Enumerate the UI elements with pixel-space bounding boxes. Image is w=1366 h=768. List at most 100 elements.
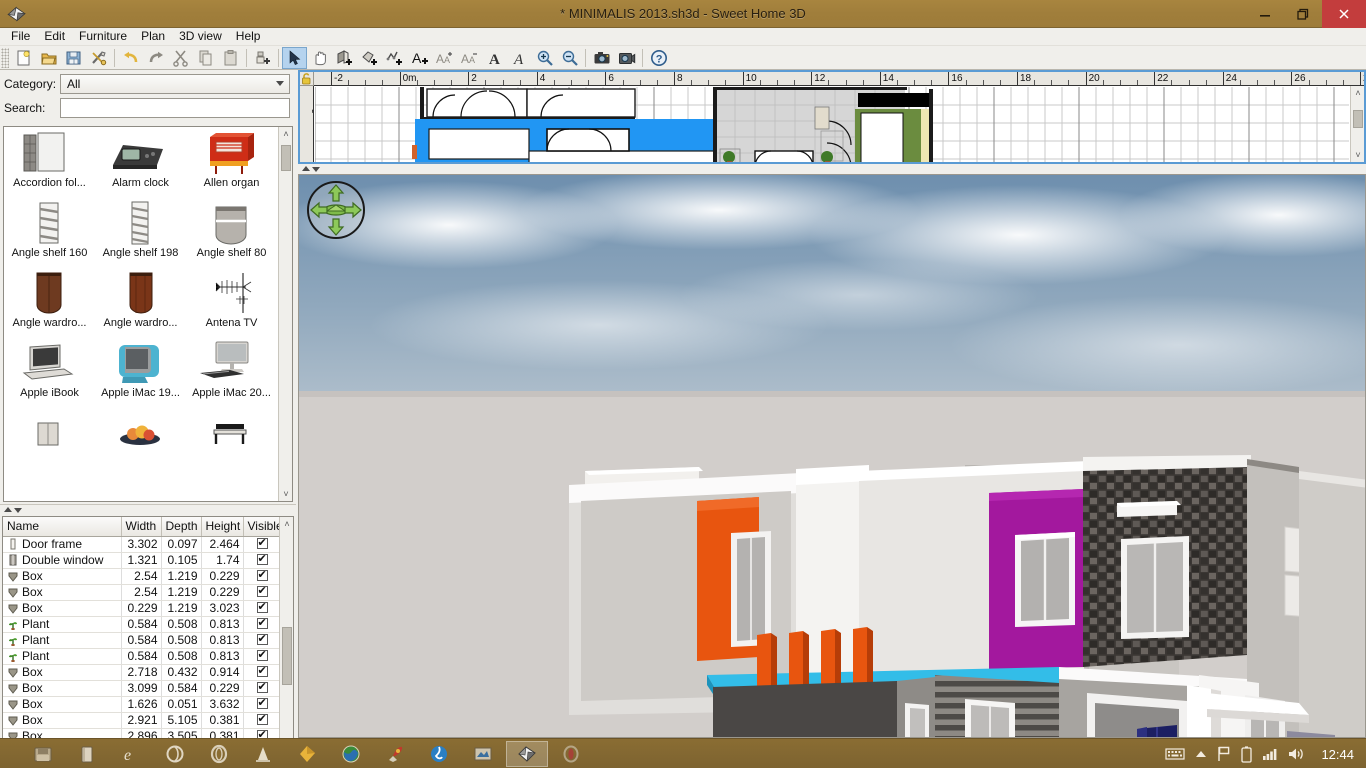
catalog-item[interactable]: Angle shelf 160 — [4, 197, 95, 267]
menu-help[interactable]: Help — [229, 28, 268, 45]
open-button[interactable] — [36, 47, 61, 69]
taskbar-sweet-home-3d[interactable] — [506, 741, 548, 767]
column-header-visible[interactable]: Visible — [243, 517, 281, 536]
splitter-up-icon[interactable] — [302, 166, 310, 171]
table-row[interactable]: Box2.7180.4320.914 — [3, 664, 281, 680]
catalog-item[interactable] — [4, 407, 95, 429]
visible-checkbox[interactable] — [257, 570, 268, 581]
scroll-up-icon[interactable]: ˄ — [280, 517, 294, 531]
table-row[interactable]: Double window1.3210.1051.74 — [3, 552, 281, 568]
flag-icon[interactable] — [1217, 746, 1231, 762]
plan-canvas[interactable] — [315, 87, 1349, 162]
restore-button[interactable] — [1284, 0, 1322, 28]
scroll-up-icon[interactable]: ˄ — [279, 127, 293, 141]
scrollbar-thumb[interactable] — [282, 627, 292, 685]
scrollbar-thumb[interactable] — [281, 145, 291, 171]
scroll-up-icon[interactable]: ˄ — [1351, 86, 1365, 100]
decrease-text-size-button[interactable]: A A — [457, 47, 482, 69]
catalog-item[interactable]: Accordion fol... — [4, 127, 95, 197]
add-furniture-button[interactable] — [250, 47, 275, 69]
new-home-button[interactable] — [11, 47, 36, 69]
taskbar-file-explorer[interactable] — [22, 741, 64, 767]
taskbar-chrome[interactable] — [418, 741, 460, 767]
cell-visible[interactable] — [243, 712, 281, 728]
table-row[interactable]: Box2.9215.1050.381 — [3, 712, 281, 728]
cell-visible[interactable] — [243, 696, 281, 712]
catalog-item[interactable] — [95, 407, 186, 429]
cell-visible[interactable] — [243, 552, 281, 568]
scroll-down-icon[interactable]: ˅ — [279, 487, 293, 501]
catalog-item[interactable]: Apple iMac 19... — [95, 337, 186, 407]
scrollbar-thumb[interactable] — [1353, 110, 1363, 128]
zoom-out-button[interactable] — [557, 47, 582, 69]
minimize-button[interactable] — [1246, 0, 1284, 28]
splitter-down-icon[interactable] — [14, 508, 22, 513]
cell-visible[interactable] — [243, 616, 281, 632]
taskbar-photoshop[interactable] — [330, 741, 372, 767]
visible-checkbox[interactable] — [257, 554, 268, 565]
close-button[interactable] — [1322, 0, 1366, 28]
column-header-width[interactable]: Width — [121, 517, 161, 536]
visible-checkbox[interactable] — [257, 602, 268, 613]
catalog-item[interactable]: Alarm clock — [95, 127, 186, 197]
cell-visible[interactable] — [243, 600, 281, 616]
taskbar-opera-mini[interactable] — [550, 741, 592, 767]
search-input[interactable] — [60, 98, 290, 118]
menu-furniture[interactable]: Furniture — [72, 28, 134, 45]
taskbar-firefox[interactable] — [154, 741, 196, 767]
paste-button[interactable] — [218, 47, 243, 69]
cell-visible[interactable] — [243, 648, 281, 664]
table-row[interactable]: Box1.6260.0513.632 — [3, 696, 281, 712]
taskbar-sketchup[interactable] — [286, 741, 328, 767]
cut-button[interactable] — [168, 47, 193, 69]
catalog-scrollbar[interactable]: ˄ ˅ — [278, 127, 292, 501]
furniture-list[interactable]: Name Width Depth Height Visible Door fra… — [2, 516, 294, 768]
catalog-item[interactable]: Angle wardro... — [4, 267, 95, 337]
navigation-compass[interactable] — [305, 179, 367, 241]
column-header-name[interactable]: Name — [3, 517, 121, 536]
3d-view[interactable] — [298, 174, 1366, 738]
video-create-button[interactable] — [614, 47, 639, 69]
splitter-down-icon[interactable] — [312, 167, 320, 172]
taskbar-traffic-cone[interactable] — [242, 741, 284, 767]
splitter-up-icon[interactable] — [4, 507, 12, 512]
copy-button[interactable] — [193, 47, 218, 69]
catalog-item[interactable] — [186, 407, 277, 429]
table-row[interactable]: Plant0.5840.5080.813 — [3, 648, 281, 664]
create-rooms-button[interactable] — [357, 47, 382, 69]
show-hidden-icons-icon[interactable] — [1195, 749, 1207, 759]
visible-checkbox[interactable] — [257, 586, 268, 597]
toolbar-grip[interactable] — [1, 48, 9, 68]
table-row[interactable]: Plant0.5840.5080.813 — [3, 632, 281, 648]
catalog-list-splitter[interactable] — [0, 504, 296, 514]
column-header-height[interactable]: Height — [201, 517, 243, 536]
menu-edit[interactable]: Edit — [37, 28, 72, 45]
cell-visible[interactable] — [243, 632, 281, 648]
italic-style-button[interactable]: A — [507, 47, 532, 69]
catalog-item[interactable]: Angle wardro... — [95, 267, 186, 337]
menu-3d-view[interactable]: 3D view — [172, 28, 229, 45]
furniture-catalog[interactable]: Accordion fol... Alarm clock — [3, 126, 293, 502]
photo-create-button[interactable] — [589, 47, 614, 69]
taskbar-internet-explorer[interactable]: e — [110, 741, 152, 767]
plan-scrollbar[interactable]: ˄ ˅ — [1350, 86, 1364, 162]
visible-checkbox[interactable] — [257, 634, 268, 645]
undo-button[interactable] — [118, 47, 143, 69]
catalog-item[interactable]: Apple iMac 20... — [186, 337, 277, 407]
visible-checkbox[interactable] — [257, 538, 268, 549]
zoom-in-button[interactable] — [532, 47, 557, 69]
cell-visible[interactable] — [243, 584, 281, 600]
save-button[interactable] — [61, 47, 86, 69]
catalog-item[interactable]: Antena TV — [186, 267, 277, 337]
catalog-item[interactable]: Angle shelf 198 — [95, 197, 186, 267]
catalog-item[interactable]: Angle shelf 80 — [186, 197, 277, 267]
network-signal-icon[interactable] — [1262, 747, 1278, 761]
keyboard-icon[interactable] — [1165, 747, 1185, 761]
redo-button[interactable] — [143, 47, 168, 69]
visible-checkbox[interactable] — [257, 682, 268, 693]
cell-visible[interactable] — [243, 568, 281, 584]
plan-lock-toggle[interactable] — [300, 72, 314, 86]
table-row[interactable]: Box2.541.2190.229 — [3, 584, 281, 600]
table-row[interactable]: Box2.541.2190.229 — [3, 568, 281, 584]
visible-checkbox[interactable] — [257, 666, 268, 677]
